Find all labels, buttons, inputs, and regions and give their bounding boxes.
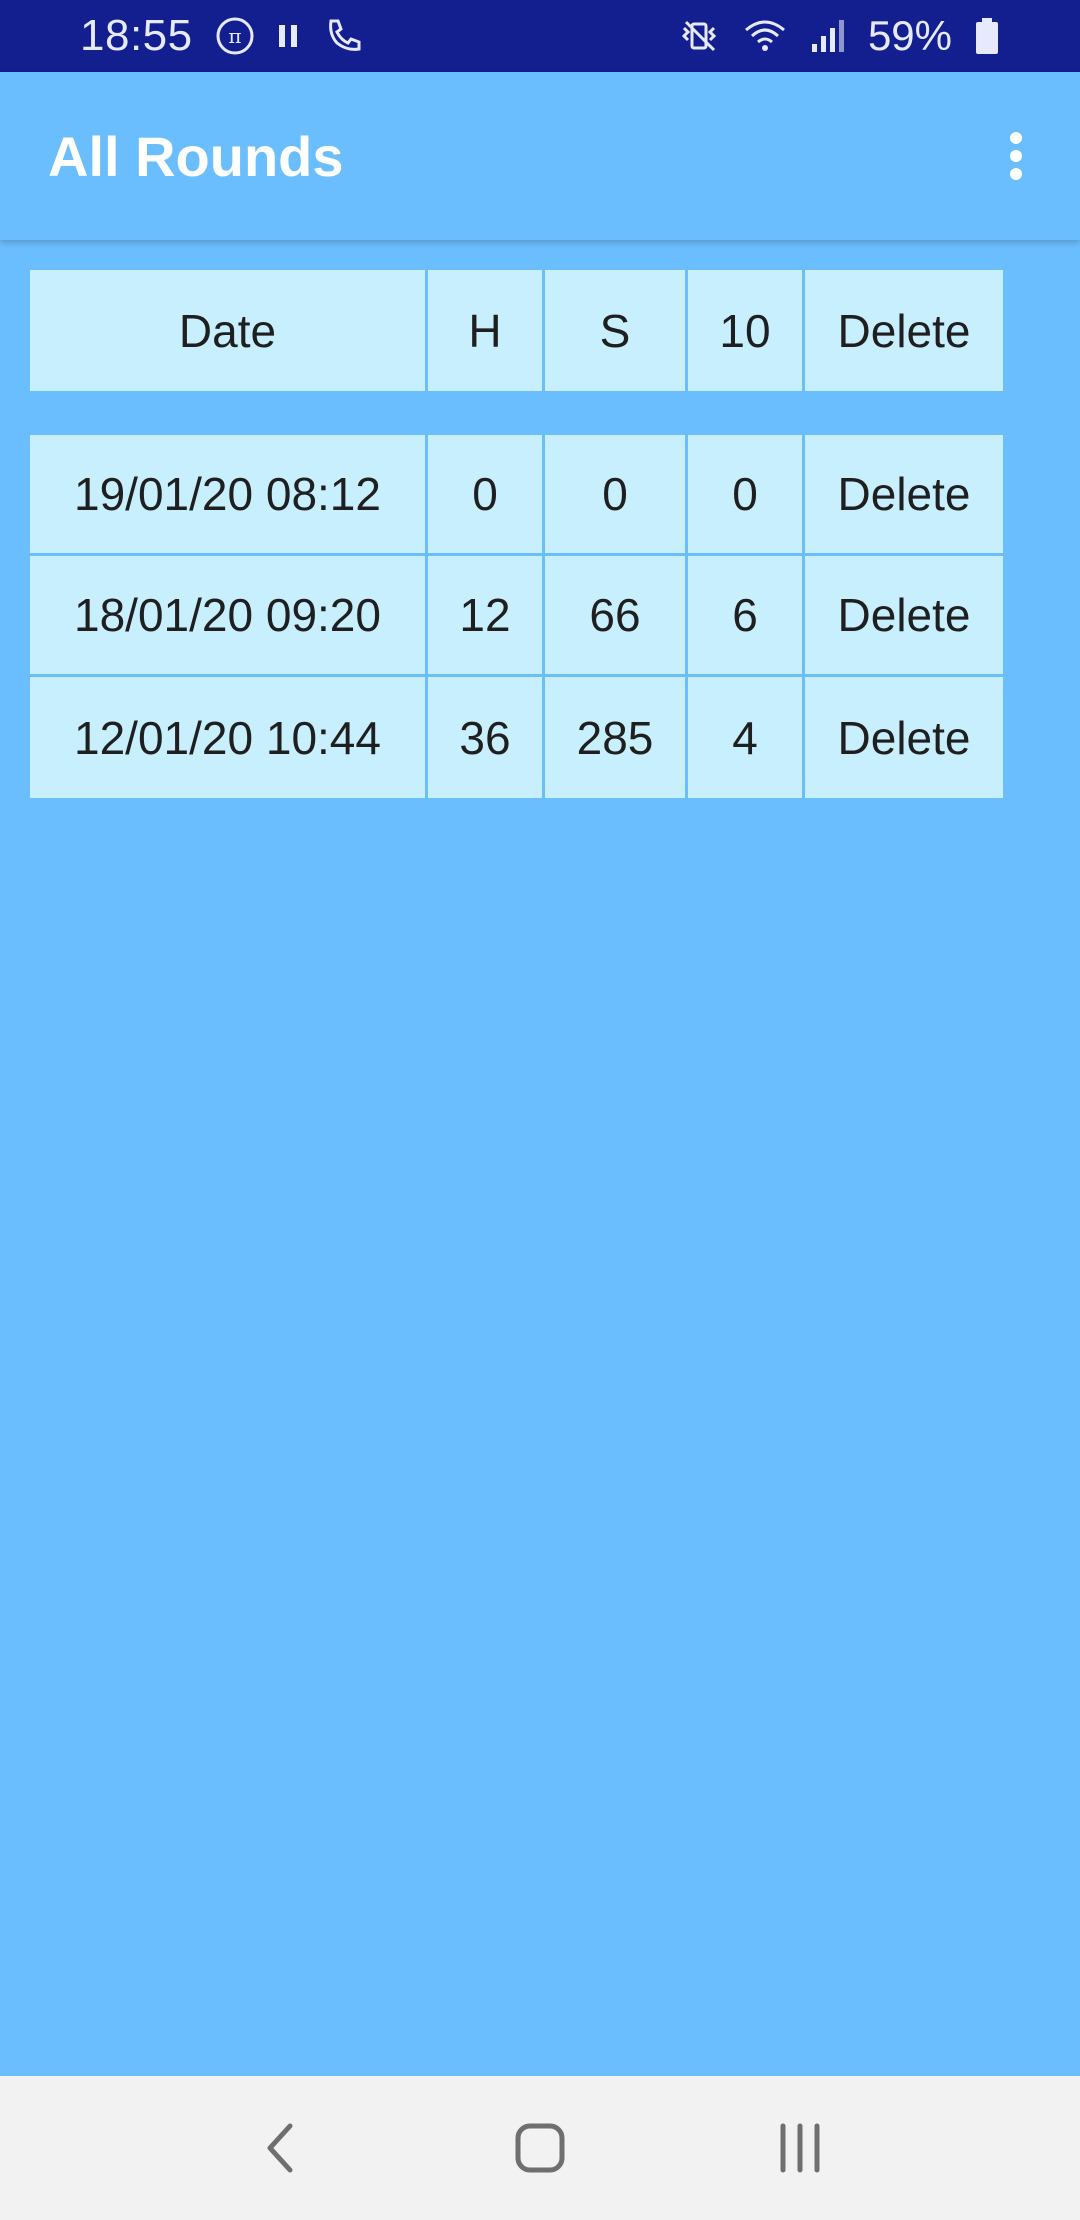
round-date: 18/01/20 09:20 bbox=[30, 556, 428, 677]
phone-call-icon bbox=[323, 15, 365, 57]
round-10: 6 bbox=[688, 556, 805, 677]
round-10: 0 bbox=[688, 435, 805, 556]
status-bar: 18:55 π 59% bbox=[0, 0, 1080, 72]
header-date: Date bbox=[30, 270, 428, 391]
menu-dot bbox=[1010, 150, 1022, 162]
recents-icon[interactable] bbox=[750, 2098, 850, 2198]
round-10: 4 bbox=[688, 677, 805, 798]
header-row: Date H S 10 Delete bbox=[30, 270, 1003, 391]
menu-dot bbox=[1010, 132, 1022, 144]
round-date: 19/01/20 08:12 bbox=[30, 435, 428, 556]
home-icon[interactable] bbox=[490, 2098, 590, 2198]
back-icon[interactable] bbox=[230, 2098, 330, 2198]
rounds-table: 19/01/20 08:12 0 0 0 Delete 18/01/20 09:… bbox=[30, 435, 1003, 798]
app-bar: All Rounds bbox=[0, 72, 1080, 240]
status-right: 59% bbox=[680, 12, 1000, 60]
status-left: 18:55 π bbox=[80, 11, 365, 61]
status-time: 18:55 bbox=[80, 11, 193, 60]
wifi-icon bbox=[742, 16, 788, 56]
round-h: 12 bbox=[428, 556, 545, 677]
battery-percent: 59% bbox=[867, 12, 952, 59]
navigation-bar bbox=[0, 2076, 1080, 2220]
table-row: 12/01/20 10:44 36 285 4 Delete bbox=[30, 677, 1003, 798]
header-h: H bbox=[428, 270, 545, 391]
header-delete: Delete bbox=[805, 270, 1003, 391]
table-row: 18/01/20 09:20 12 66 6 Delete bbox=[30, 556, 1003, 677]
round-date: 12/01/20 10:44 bbox=[30, 677, 428, 798]
pause-icon bbox=[277, 21, 301, 51]
header-s: S bbox=[545, 270, 688, 391]
header-10: 10 bbox=[688, 270, 805, 391]
round-s: 285 bbox=[545, 677, 688, 798]
page-title: All Rounds bbox=[48, 124, 344, 188]
more-vert-icon[interactable] bbox=[996, 126, 1036, 186]
vibrate-mute-icon bbox=[680, 16, 720, 56]
pi-icon: π bbox=[215, 16, 255, 56]
signal-icon bbox=[810, 16, 846, 56]
delete-button[interactable]: Delete bbox=[805, 677, 1003, 798]
round-h: 0 bbox=[428, 435, 545, 556]
round-h: 36 bbox=[428, 677, 545, 798]
round-s: 0 bbox=[545, 435, 688, 556]
delete-button[interactable]: Delete bbox=[805, 556, 1003, 677]
menu-dot bbox=[1010, 168, 1022, 180]
delete-button[interactable]: Delete bbox=[805, 435, 1003, 556]
table-row: 19/01/20 08:12 0 0 0 Delete bbox=[30, 435, 1003, 556]
svg-text:π: π bbox=[228, 24, 241, 48]
round-s: 66 bbox=[545, 556, 688, 677]
battery-icon bbox=[974, 16, 1000, 56]
table-header: Date H S 10 Delete bbox=[30, 270, 1003, 391]
